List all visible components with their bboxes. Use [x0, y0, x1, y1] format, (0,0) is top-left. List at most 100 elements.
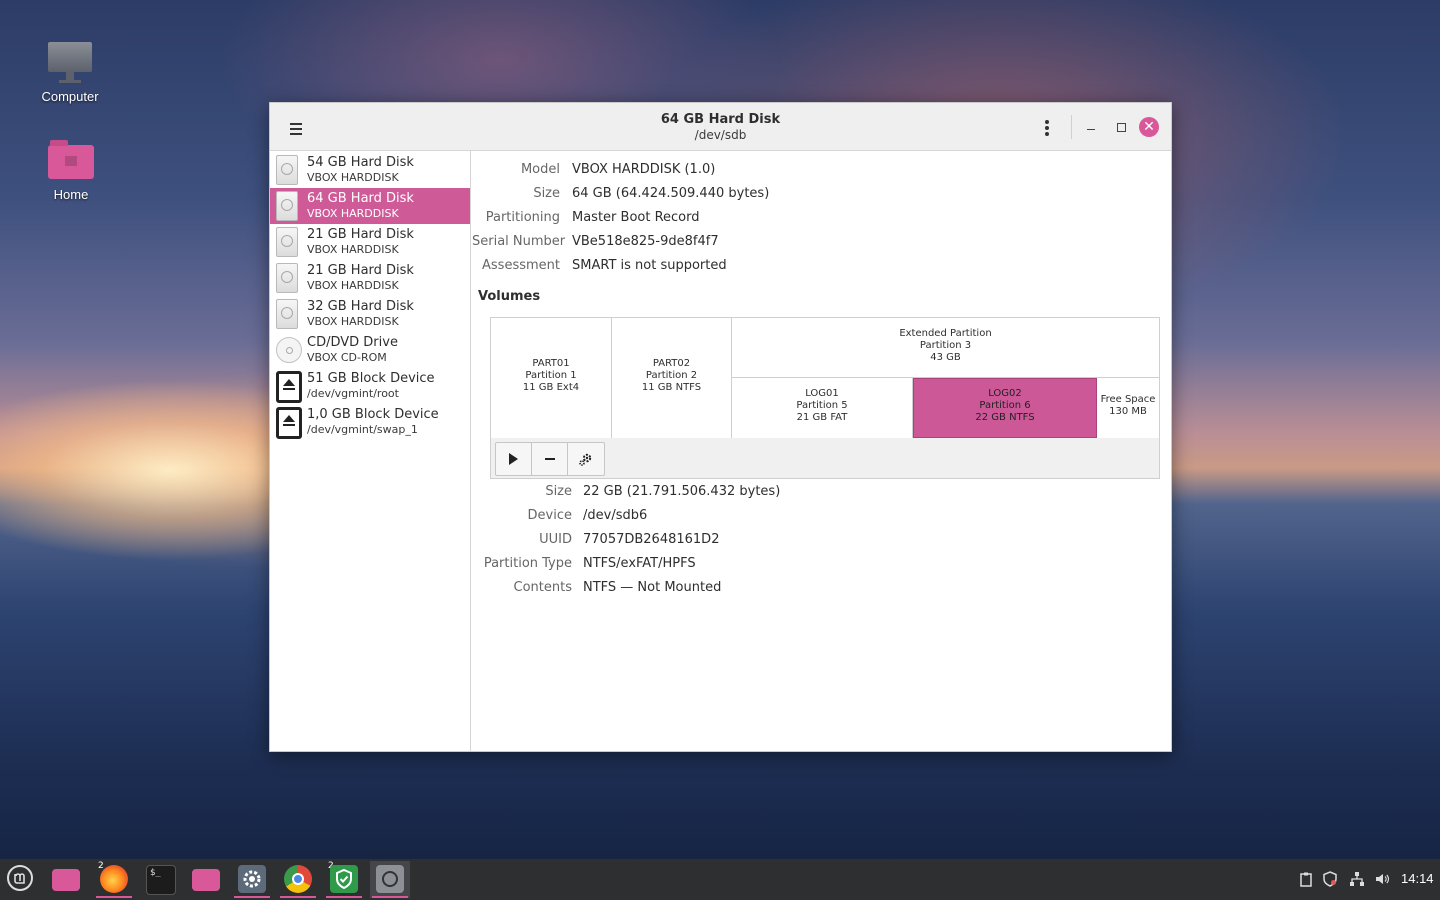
volume-info: 22 GB NTFS — [975, 412, 1035, 423]
computer-icon — [30, 42, 110, 83]
volume-name: LOG01 — [805, 388, 839, 399]
volume-name: Free Space — [1100, 394, 1156, 405]
drive-item[interactable]: 32 GB Hard Disk VBOX HARDDISK — [270, 296, 470, 332]
taskbar-files[interactable] — [46, 861, 86, 898]
maximize-button[interactable] — [1109, 115, 1133, 139]
taskbar-vpn[interactable]: 2 — [324, 861, 364, 898]
mount-button[interactable] — [496, 443, 532, 475]
hard-disk-icon — [276, 191, 300, 221]
drive-details: Model VBOX HARDDISK (1.0) Size 64 GB (64… — [472, 151, 1170, 749]
drive-item-selected[interactable]: 64 GB Hard Disk VBOX HARDDISK — [270, 188, 470, 224]
delete-partition-button[interactable] — [532, 443, 568, 475]
partitioning-value: Master Boot Record — [572, 210, 700, 225]
partition-size-label: Size — [545, 484, 572, 499]
taskbar-settings[interactable] — [232, 861, 272, 898]
volumes-heading: Volumes — [478, 289, 541, 304]
drive-options-button[interactable] — [1035, 115, 1059, 139]
partition-type-label: Partition Type — [483, 556, 572, 571]
volume-name: PART02 — [652, 358, 691, 369]
close-icon: ✕ — [1143, 119, 1155, 135]
desktop-icon-computer[interactable]: Computer — [30, 42, 110, 104]
drive-name: 51 GB Block Device — [307, 371, 435, 386]
volume-info: 130 MB — [1109, 406, 1147, 417]
contents-value: NTFS — Not Mounted — [583, 580, 722, 595]
drive-subtitle: /dev/vgmint/root — [307, 387, 399, 400]
size-value: 64 GB (64.424.509.440 bytes) — [572, 186, 770, 201]
volume-free-space[interactable]: Free Space 130 MB — [1097, 378, 1159, 438]
network-icon[interactable] — [1349, 871, 1365, 887]
volume-info: 21 GB FAT — [796, 412, 848, 423]
partitioning-label: Partitioning — [485, 210, 560, 225]
volume-part01[interactable]: PART01 Partition 1 11 GB Ext4 — [491, 318, 612, 438]
drive-item[interactable]: 1,0 GB Block Device /dev/vgmint/swap_1 — [270, 404, 470, 440]
taskbar-terminal[interactable]: $_ — [140, 861, 180, 898]
hard-disk-icon — [276, 155, 300, 185]
clock[interactable]: 14:14 — [1401, 871, 1434, 886]
assessment-value: SMART is not supported — [572, 258, 727, 273]
volume-log01[interactable]: LOG01 Partition 5 21 GB FAT — [732, 378, 913, 438]
close-button[interactable]: ✕ — [1139, 117, 1159, 137]
taskbar-firefox[interactable]: 2 — [94, 861, 134, 898]
desktop-icon-label: Home — [53, 187, 89, 202]
drive-subtitle: VBOX CD-ROM — [307, 351, 387, 364]
minimize-icon — [1087, 129, 1095, 130]
volume-partition: Partition 6 — [979, 400, 1031, 411]
drive-name: 64 GB Hard Disk — [307, 191, 414, 206]
titlebar-separator — [1071, 115, 1072, 139]
taskbar-chromium[interactable] — [278, 861, 318, 898]
volume-log02-selected[interactable]: LOG02 Partition 6 22 GB NTFS — [913, 378, 1097, 438]
serial-label: Serial Number — [472, 234, 566, 249]
volume-map: PART01 Partition 1 11 GB Ext4 PART02 Par… — [490, 317, 1160, 479]
gears-icon — [578, 453, 591, 466]
partition-type-value: NTFS/exFAT/HPFS — [583, 556, 696, 571]
minus-icon — [544, 458, 555, 460]
taskbar: 2 $_ 2 14:14 — [0, 859, 1440, 900]
clipboard-icon[interactable] — [1298, 871, 1314, 887]
title-bar: 64 GB Hard Disk /dev/sdb ✕ — [270, 103, 1171, 151]
drive-subtitle: /dev/vgmint/swap_1 — [307, 423, 418, 436]
volume-extended[interactable]: Extended Partition Partition 3 43 GB — [732, 318, 1159, 378]
drive-item[interactable]: 54 GB Hard Disk VBOX HARDDISK — [270, 152, 470, 188]
volume-name: Extended Partition — [899, 328, 992, 339]
volume-partition: Partition 5 — [796, 400, 848, 411]
volume-name: LOG02 — [988, 388, 1022, 399]
home-folder-icon — [31, 140, 111, 179]
volume-name: PART01 — [532, 358, 570, 369]
maximize-icon — [1116, 123, 1126, 132]
contents-label: Contents — [513, 580, 572, 595]
drive-subtitle: VBOX HARDDISK — [307, 171, 399, 184]
hard-disk-icon — [276, 263, 300, 293]
volume-icon[interactable] — [1374, 871, 1390, 887]
drive-name: 54 GB Hard Disk — [307, 155, 414, 170]
volume-part02[interactable]: PART02 Partition 2 11 GB NTFS — [612, 318, 732, 438]
terminal-icon: $_ — [146, 865, 176, 895]
browser-icon — [284, 865, 312, 893]
volume-partition: Partition 2 — [645, 370, 698, 381]
device-label: Device — [527, 508, 572, 523]
taskbar-folder[interactable] — [186, 861, 226, 898]
drive-item[interactable]: 21 GB Hard Disk VBOX HARDDISK — [270, 260, 470, 296]
drive-subtitle: VBOX HARDDISK — [307, 207, 399, 220]
firefox-icon — [100, 865, 128, 893]
drive-item[interactable]: 51 GB Block Device /dev/vgmint/root — [270, 368, 470, 404]
hard-disk-icon — [276, 299, 300, 329]
volume-partition: Partition 1 — [525, 370, 577, 381]
desktop-icon-home[interactable]: Home — [31, 140, 111, 202]
mint-menu-button[interactable] — [2, 861, 42, 898]
drive-name: 21 GB Hard Disk — [307, 263, 414, 278]
volume-info: 43 GB — [930, 352, 961, 363]
volume-info: 11 GB NTFS — [641, 382, 702, 393]
update-shield-icon[interactable] — [1322, 871, 1338, 887]
minimize-button[interactable] — [1079, 115, 1103, 139]
partition-options-button[interactable] — [568, 443, 603, 475]
model-label: Model — [520, 162, 560, 177]
partition-size-value: 22 GB (21.791.506.432 bytes) — [583, 484, 781, 499]
hard-disk-icon — [276, 227, 300, 257]
taskbar-disks[interactable] — [370, 861, 410, 898]
model-value: VBOX HARDDISK (1.0) — [572, 162, 716, 177]
block-device-icon — [276, 371, 302, 403]
drive-item[interactable]: 21 GB Hard Disk VBOX HARDDISK — [270, 224, 470, 260]
drive-list: 54 GB Hard Disk VBOX HARDDISK 64 GB Hard… — [270, 151, 471, 751]
folder-icon — [52, 869, 80, 891]
drive-item[interactable]: CD/DVD Drive VBOX CD-ROM — [270, 332, 470, 368]
